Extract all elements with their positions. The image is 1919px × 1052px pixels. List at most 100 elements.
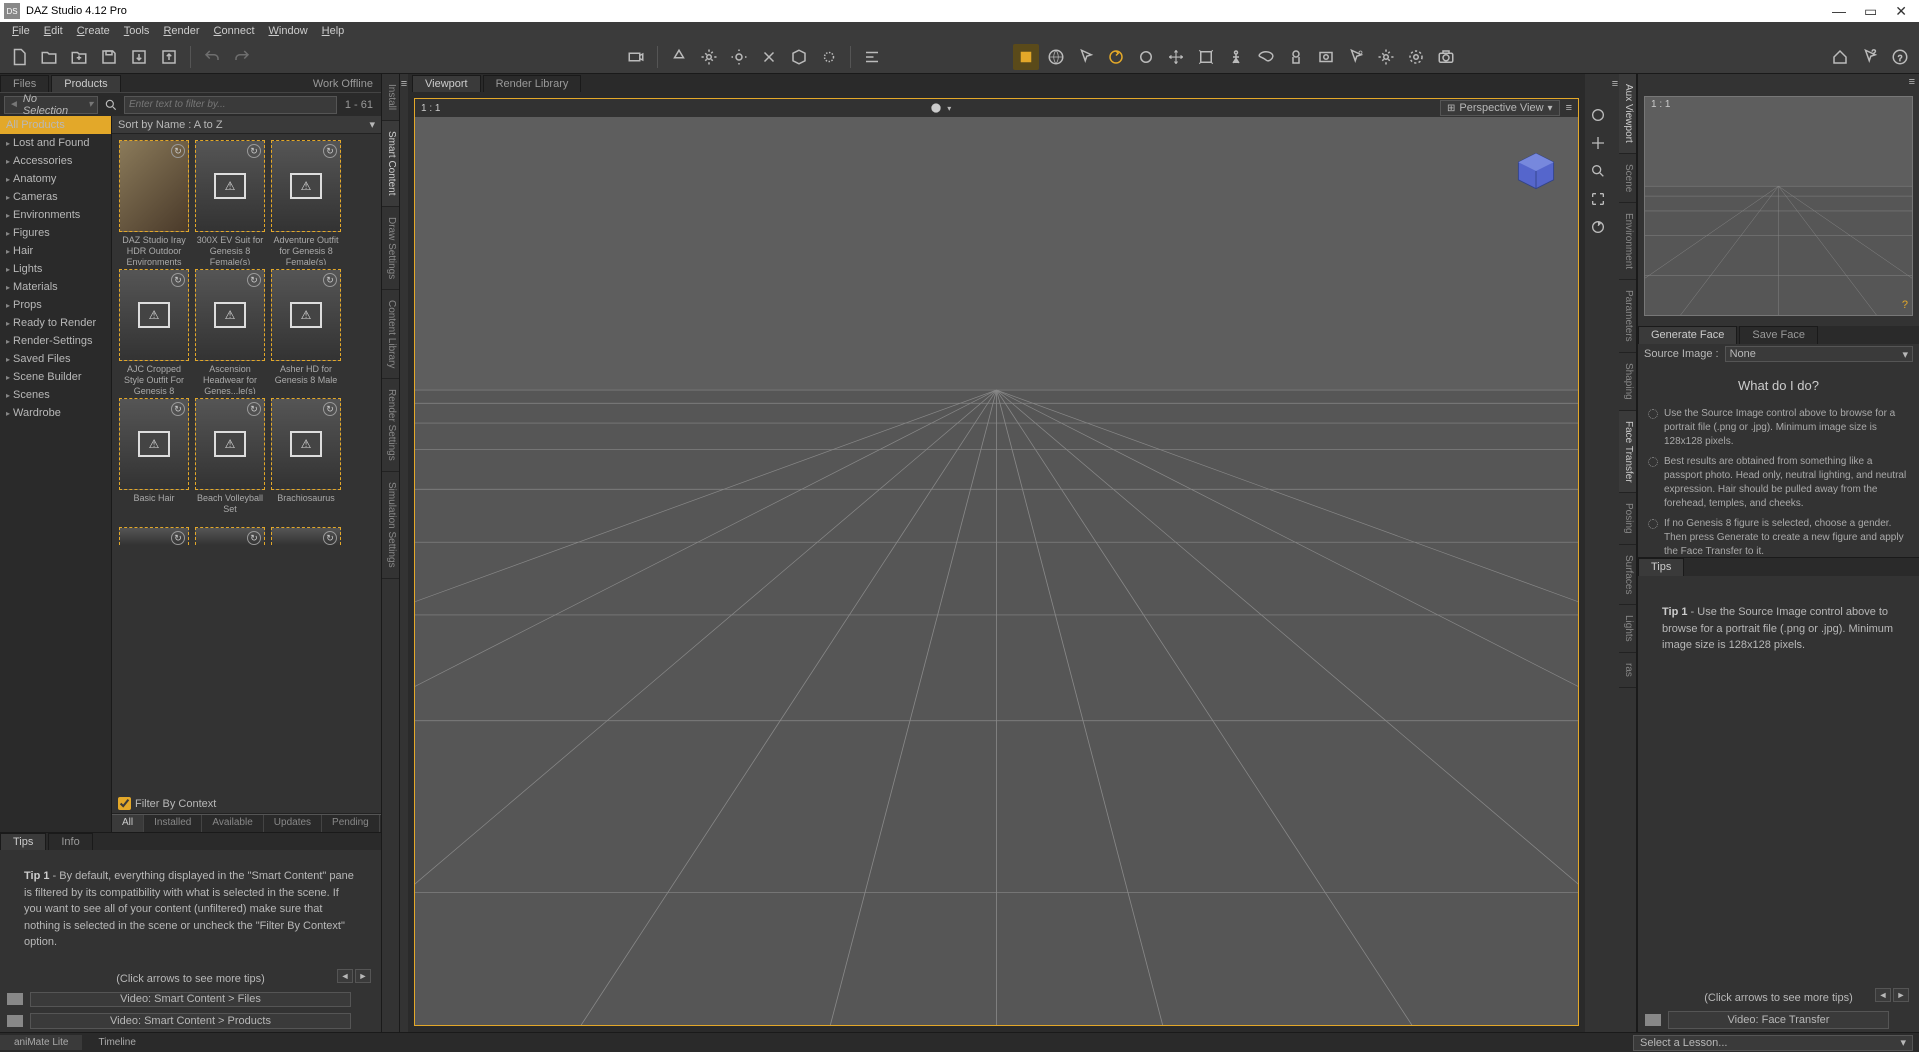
lesson-dropdown[interactable]: Select a Lesson...▾: [1633, 1035, 1913, 1051]
undo-icon[interactable]: [199, 44, 225, 70]
tip-next-button[interactable]: ►: [355, 969, 371, 983]
category-lost-and-found[interactable]: ▸Lost and Found: [0, 134, 111, 152]
aux-help-icon[interactable]: ?: [1902, 299, 1908, 311]
draw-style-icon[interactable]: [1013, 44, 1039, 70]
light-point-icon[interactable]: [696, 44, 722, 70]
filter-tab-all[interactable]: All: [112, 815, 144, 832]
tab-generate-face[interactable]: Generate Face: [1638, 326, 1737, 344]
video-face-transfer-button[interactable]: Video: Face Transfer: [1668, 1011, 1889, 1029]
menu-edit[interactable]: Edit: [38, 23, 69, 39]
product-item[interactable]: ↻Adventure Outfit for Genesis 8 Female(s…: [270, 140, 342, 265]
video-smart-content-products-button[interactable]: Video: Smart Content > Products: [30, 1013, 351, 1029]
scale-tool-icon[interactable]: [1193, 44, 1219, 70]
menu-help[interactable]: Help: [316, 23, 351, 39]
tip-prev-button[interactable]: ◄: [337, 969, 353, 983]
video-smart-content-files-button[interactable]: Video: Smart Content > Files: [30, 992, 351, 1008]
light-distant-icon[interactable]: [726, 44, 752, 70]
filter-input[interactable]: Enter text to filter by...: [124, 96, 337, 114]
dock-handle-icon[interactable]: ≡: [400, 74, 408, 1032]
filter-by-context-checkbox[interactable]: [118, 797, 131, 810]
product-item[interactable]: ↻Beach Volleyball Set: [194, 398, 266, 523]
aux-viewport[interactable]: 1 : 1 ?: [1644, 96, 1913, 316]
dock-tab-shaping[interactable]: Shaping: [1619, 353, 1636, 411]
select-tool-icon[interactable]: [1073, 44, 1099, 70]
right-tip-prev-button[interactable]: ◄: [1875, 988, 1891, 1002]
dock-tab-environment[interactable]: Environment: [1619, 203, 1636, 280]
export-icon[interactable]: [156, 44, 182, 70]
dock-tab-surfaces[interactable]: Surfaces: [1619, 545, 1636, 605]
minimize-button[interactable]: —: [1832, 3, 1846, 20]
camera-add-icon[interactable]: [623, 44, 649, 70]
rotate-alt-icon[interactable]: [1133, 44, 1159, 70]
light-linear-icon[interactable]: [756, 44, 782, 70]
category-materials[interactable]: ▸Materials: [0, 278, 111, 296]
help-icon[interactable]: ?: [1857, 44, 1883, 70]
category-environments[interactable]: ▸Environments: [0, 206, 111, 224]
dock-tab-lights[interactable]: Lights: [1619, 605, 1636, 653]
null-icon[interactable]: [816, 44, 842, 70]
tab-timeline[interactable]: Timeline: [84, 1035, 149, 1050]
sort-dropdown[interactable]: Sort by Name : A to Z▾: [112, 116, 381, 134]
rotate-tool-icon[interactable]: [1103, 44, 1129, 70]
product-item[interactable]: ↻Asher HD for Genesis 8 Male: [270, 269, 342, 394]
dock-tab-ras[interactable]: ras: [1619, 653, 1636, 688]
filter-tab-installed[interactable]: Installed: [144, 815, 202, 832]
dolly-icon[interactable]: [1587, 160, 1609, 182]
aux-menu-icon[interactable]: ≡: [1909, 76, 1915, 88]
save-icon[interactable]: [96, 44, 122, 70]
category-cameras[interactable]: ▸Cameras: [0, 188, 111, 206]
selection-dropdown[interactable]: ◄ No Selection ▾: [4, 96, 98, 114]
menu-connect[interactable]: Connect: [208, 23, 261, 39]
tab-files[interactable]: Files: [0, 75, 49, 92]
category-scene-builder[interactable]: ▸Scene Builder: [0, 368, 111, 386]
category-lights[interactable]: ▸Lights: [0, 260, 111, 278]
view-cube[interactable]: [1514, 149, 1558, 193]
category-saved-files[interactable]: ▸Saved Files: [0, 350, 111, 368]
tab-info[interactable]: Info: [48, 833, 92, 850]
category-ready-to-render[interactable]: ▸Ready to Render: [0, 314, 111, 332]
gear-icon[interactable]: [1373, 44, 1399, 70]
work-offline-button[interactable]: Work Offline: [305, 76, 381, 92]
close-button[interactable]: ✕: [1895, 3, 1907, 20]
picker-icon[interactable]: [1343, 44, 1369, 70]
sphere-icon[interactable]: [927, 99, 945, 117]
product-item[interactable]: ↻AJC Cropped Style Outfit For Genesis 8 …: [118, 269, 190, 394]
pose-tool-icon[interactable]: [1223, 44, 1249, 70]
viewport-menu-icon[interactable]: ≡: [1566, 102, 1572, 114]
render-icon[interactable]: [1433, 44, 1459, 70]
dock-tab-face-transfer[interactable]: Face Transfer: [1619, 411, 1636, 494]
tab-tips-right[interactable]: Tips: [1638, 558, 1684, 576]
menu-create[interactable]: Create: [71, 23, 116, 39]
category-props[interactable]: ▸Props: [0, 296, 111, 314]
viewport[interactable]: 1 : 1 ▾ ⊞ Perspective View ▾ ≡: [414, 98, 1579, 1026]
surface-tool-icon[interactable]: [1253, 44, 1279, 70]
merge-file-icon[interactable]: [66, 44, 92, 70]
import-icon[interactable]: [126, 44, 152, 70]
perspective-icon[interactable]: [1043, 44, 1069, 70]
category-anatomy[interactable]: ▸Anatomy: [0, 170, 111, 188]
filter-tab-available[interactable]: Available: [202, 815, 263, 832]
dock-tab-render-settings[interactable]: Render Settings: [382, 379, 399, 472]
translate-tool-icon[interactable]: [1163, 44, 1189, 70]
menu-render[interactable]: Render: [157, 23, 205, 39]
category-all-products[interactable]: All Products: [0, 116, 111, 134]
tab-render-library[interactable]: Render Library: [483, 75, 582, 92]
product-item[interactable]: ↻300X EV Suit for Genesis 8 Female(s): [194, 140, 266, 265]
tab-products[interactable]: Products: [51, 75, 120, 92]
category-figures[interactable]: ▸Figures: [0, 224, 111, 242]
product-item[interactable]: ↻Brachiosaurus: [270, 398, 342, 523]
menu-file[interactable]: File: [6, 23, 36, 39]
dock-tab-aux-viewport[interactable]: Aux Viewport: [1619, 74, 1636, 154]
tab-viewport[interactable]: Viewport: [412, 75, 481, 92]
product-item[interactable]: ↻: [194, 527, 266, 545]
tab-tips[interactable]: Tips: [0, 833, 46, 850]
dock-tab-draw-settings[interactable]: Draw Settings: [382, 207, 399, 290]
category-hair[interactable]: ▸Hair: [0, 242, 111, 260]
category-scenes[interactable]: ▸Scenes: [0, 386, 111, 404]
dock-tab-parameters[interactable]: Parameters: [1619, 280, 1636, 353]
menu-window[interactable]: Window: [263, 23, 314, 39]
dock-tab-simulation-settings[interactable]: Simulation Settings: [382, 472, 399, 579]
sphere-dropdown-icon[interactable]: ▾: [947, 104, 951, 113]
light-spot-icon[interactable]: [666, 44, 692, 70]
open-file-icon[interactable]: [36, 44, 62, 70]
